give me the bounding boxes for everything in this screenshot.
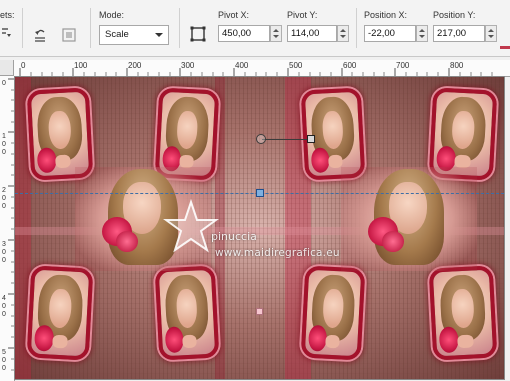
position-x-input[interactable]: -22,00 (364, 25, 416, 42)
accent-bar (500, 46, 510, 49)
ruler-label: 400 (2, 295, 6, 318)
portrait-tile (428, 265, 498, 361)
position-x-label: Position X: (364, 10, 408, 20)
ruler-label: 200 (2, 187, 6, 210)
pivot-x-label: Pivot X: (218, 10, 250, 20)
chevron-down-icon (155, 33, 163, 37)
flip-icon[interactable] (60, 26, 78, 44)
separator (179, 8, 180, 48)
presets-label: ets: (0, 10, 15, 20)
presets-arrow-icon[interactable] (0, 26, 12, 38)
center-handle[interactable] (256, 189, 264, 197)
separator (22, 8, 23, 48)
pivot-mode-icon[interactable] (189, 25, 207, 43)
large-portrait (341, 167, 477, 271)
position-y-spinner[interactable] (485, 25, 497, 42)
pivot-y-input[interactable]: 114,00 (287, 25, 337, 42)
portrait-tile (154, 265, 220, 361)
ruler-label: 100 (2, 133, 6, 156)
tool-options-bar: ets: Mode: Scale Pivot X: 450,00 Pivot Y… (0, 0, 510, 57)
ruler-label: 500 (2, 349, 6, 372)
mode-dropdown[interactable]: Scale (99, 25, 169, 45)
horizontal-ruler[interactable]: 0 100 200 300 400 500 600 700 800 (14, 60, 510, 77)
bottom-handle[interactable] (256, 308, 263, 315)
ruler-label: 0 (2, 80, 6, 87)
ruler-label: 700 (396, 61, 410, 70)
pivot-line (262, 139, 310, 140)
ruler-label: 500 (289, 61, 303, 70)
ruler-label: 600 (343, 61, 357, 70)
watermark-site: www.maidiregrafica.eu (215, 247, 340, 259)
separator (90, 8, 91, 48)
ruler-label: 100 (74, 61, 88, 70)
mode-label: Mode: (99, 10, 125, 20)
ruler-label: 200 (128, 61, 142, 70)
ruler-label: 300 (181, 61, 195, 70)
horizontal-ruler-ticks (19, 68, 493, 76)
position-x-spinner[interactable] (416, 25, 428, 42)
image-canvas[interactable]: pinuccia www.maidiregrafica.eu (15, 77, 504, 379)
separator (356, 8, 357, 48)
ruler-corner (0, 60, 14, 76)
ruler-label: 0 (21, 61, 26, 70)
mode-value: Scale (105, 29, 129, 40)
portrait-tile (26, 265, 94, 361)
portrait-tile (300, 265, 366, 361)
ruler-label: 300 (2, 241, 6, 264)
star-logo-icon (163, 199, 219, 253)
position-y-label: Position Y: (433, 10, 476, 20)
pivot-x-spinner[interactable] (270, 25, 282, 42)
reset-rectangle-icon[interactable] (31, 26, 49, 44)
vertical-ruler-ticks (8, 78, 14, 371)
rotation-handle[interactable] (256, 134, 266, 144)
vertical-ruler[interactable]: 0 100 200 300 400 500 (0, 76, 15, 381)
pivot-y-label: Pivot Y: (287, 10, 318, 20)
pivot-x-input[interactable]: 450,00 (218, 25, 270, 42)
pivot-point-handle[interactable] (307, 135, 315, 143)
ruler-label: 400 (235, 61, 249, 70)
watermark-name: pinuccia (211, 230, 257, 243)
pivot-y-spinner[interactable] (337, 25, 349, 42)
ruler-label: 800 (450, 61, 464, 70)
position-y-input[interactable]: 217,00 (433, 25, 485, 42)
